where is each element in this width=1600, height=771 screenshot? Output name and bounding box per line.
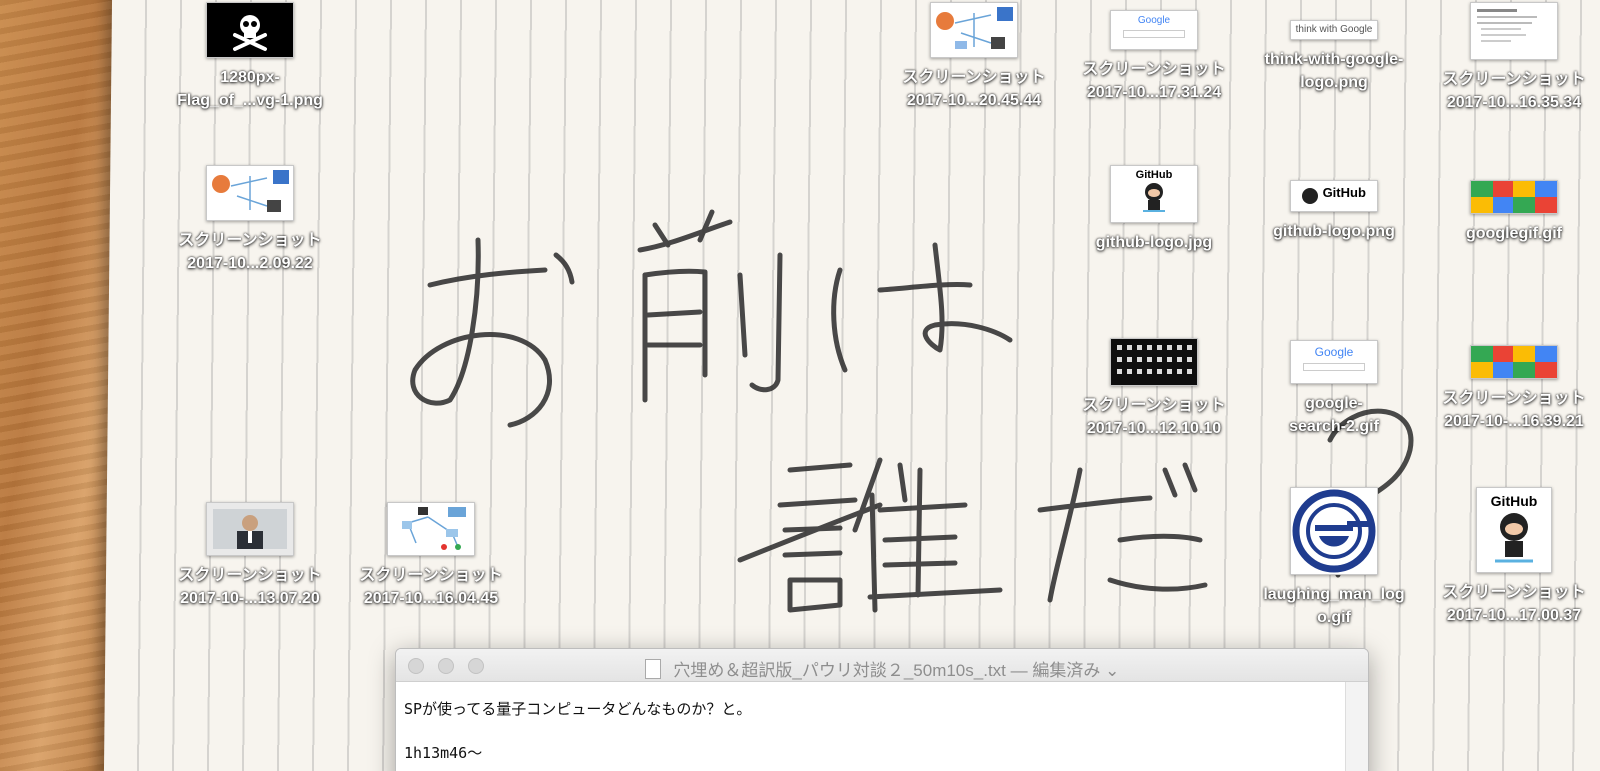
github-wordmark: GitHub (1490, 493, 1538, 509)
desktop-icon-screenshot[interactable]: GitHub スクリーンショット 2017-10...17.00.37 (1424, 487, 1600, 627)
document-icon (644, 659, 661, 679)
textedit-window[interactable]: 穴埋め＆超訳版_パウリ対談２_50m10s_.txt — 編集済み ⌄ SPが使… (395, 648, 1369, 771)
desktop-icon-github-logo-png[interactable]: GitHub github-logo.png (1244, 180, 1424, 243)
image-thumbnail (206, 2, 294, 58)
text-editor-area[interactable]: SPが使ってる量子コンピュータどんなものか？と。 1h13m46〜 (396, 682, 1368, 771)
icon-label: google- search-2.gif (1289, 395, 1379, 435)
octocat-icon (1143, 183, 1165, 212)
think-with-google-text: think with Google (1295, 24, 1373, 35)
image-thumbnail (930, 2, 1018, 58)
image-thumbnail: think with Google (1290, 20, 1378, 40)
desktop-icon-screenshot[interactable]: スクリーンショット 2017-10-...16.39.21 (1424, 345, 1600, 433)
desktop-icon-flag-png[interactable]: 1280px- Flag_of_...vg-1.png (160, 2, 340, 112)
icon-label: スクリーンショット 2017-10-...13.07.20 (178, 567, 322, 607)
color-blocks-thumbnail-icon (1471, 181, 1557, 213)
desktop-icon-screenshot[interactable]: スクリーンショット 2017-10-...13.07.20 (160, 502, 340, 610)
image-thumbnail (1470, 345, 1558, 379)
desktop-icon-google-search-gif[interactable]: Google google- search-2.gif (1244, 340, 1424, 438)
image-thumbnail: GitHub (1290, 180, 1378, 212)
text-line: SPが使ってる量子コンピュータどんなものか？と。 (404, 700, 752, 718)
desktop-icon-screenshot[interactable]: スクリーンショット 2017-10...20.45.44 (884, 2, 1064, 112)
icon-label: 1280px- Flag_of_...vg-1.png (177, 69, 323, 109)
icon-label: スクリーンショット 2017-10...17.00.37 (1442, 584, 1586, 624)
desktop-icon-think-with-google[interactable]: think with Google think-with-google- log… (1244, 20, 1424, 94)
desktop-icon-screenshot[interactable]: スクリーンショット 2017-10...2.09.22 (160, 165, 340, 275)
edited-status: — 編集済み (1010, 661, 1101, 680)
desktop-icon-googlegif[interactable]: googlegif.gif (1424, 180, 1600, 245)
image-thumbnail (1470, 180, 1558, 214)
github-wordmark: GitHub (1135, 169, 1173, 181)
icon-label: github-logo.jpg (1095, 234, 1213, 251)
desktop-icon-screenshot[interactable]: スクリーンショット 2017-10...16.04.45 (341, 502, 521, 610)
image-thumbnail (387, 502, 475, 556)
desktop: 1280px- Flag_of_...vg-1.png スクリーンショット 20… (0, 0, 1600, 771)
image-thumbnail: GitHub (1476, 487, 1552, 573)
icon-label: laughing_man_log o.gif (1263, 586, 1405, 626)
document-thumbnail-icon (1477, 9, 1537, 42)
icon-label: スクリーンショット 2017-10...17.31.24 (1082, 61, 1226, 101)
icon-label: スクリーンショット 2017-10...12.10.10 (1082, 397, 1226, 437)
text-line: 1h13m46〜 (404, 744, 483, 762)
image-thumbnail (1290, 487, 1378, 575)
desktop-icon-github-logo-jpg[interactable]: GitHub github-logo.jpg (1064, 165, 1244, 254)
desktop-icon-screenshot[interactable]: スクリーンショット 2017-10...12.10.10 (1064, 338, 1244, 440)
laughing-man-logo-icon (1292, 489, 1376, 573)
google-logo-text: Google (1137, 15, 1171, 26)
icon-label: think-with-google- logo.png (1264, 51, 1404, 91)
icon-label: スクリーンショット 2017-10...2.09.22 (178, 232, 322, 272)
image-thumbnail (206, 165, 294, 221)
person-photo-thumbnail-icon (213, 509, 287, 549)
skull-crossbones-icon (233, 15, 267, 51)
color-blocks-thumbnail-icon (1471, 346, 1557, 378)
icon-label: スクリーンショット 2017-10...16.04.45 (359, 567, 503, 607)
github-wordmark: GitHub (1322, 185, 1366, 200)
google-logo-text: Google (1314, 345, 1354, 359)
image-thumbnail: GitHub (1110, 165, 1198, 223)
diagram-thumbnail-icon (936, 7, 1013, 49)
chevron-down-icon[interactable]: ⌄ (1105, 661, 1119, 680)
icon-label: googlegif.gif (1466, 225, 1562, 242)
window-titlebar[interactable]: 穴埋め＆超訳版_パウリ対談２_50m10s_.txt — 編集済み ⌄ (396, 649, 1368, 682)
flowchart-thumbnail-icon (402, 507, 466, 550)
icon-label: github-logo.png (1273, 223, 1395, 240)
image-thumbnail (1110, 338, 1198, 386)
desktop-icon-laughing-man-gif[interactable]: laughing_man_log o.gif (1244, 487, 1424, 629)
diagram-thumbnail-icon (212, 170, 289, 212)
image-thumbnail (206, 502, 294, 556)
window-title-filename: 穴埋め＆超訳版_パウリ対談２_50m10s_.txt (673, 661, 1006, 680)
image-thumbnail (1470, 2, 1558, 60)
image-thumbnail: Google (1290, 340, 1378, 384)
window-title[interactable]: 穴埋め＆超訳版_パウリ対談２_50m10s_.txt — 編集済み ⌄ (396, 656, 1368, 681)
icon-label: スクリーンショット 2017-10...20.45.44 (902, 69, 1046, 109)
icon-label: スクリーンショット 2017-10...16.35.34 (1442, 71, 1586, 111)
scrollbar[interactable] (1345, 682, 1368, 771)
image-thumbnail: Google (1110, 10, 1198, 50)
octocat-icon (1302, 188, 1319, 204)
desktop-icon-screenshot[interactable]: スクリーンショット 2017-10...16.35.34 (1424, 2, 1600, 114)
icon-label: スクリーンショット 2017-10-...16.39.21 (1442, 390, 1586, 430)
icon-grid-thumbnail-icon (1117, 345, 1192, 374)
octocat-icon (1495, 513, 1533, 563)
desktop-icon-screenshot[interactable]: Google スクリーンショット 2017-10...17.31.24 (1064, 10, 1244, 104)
